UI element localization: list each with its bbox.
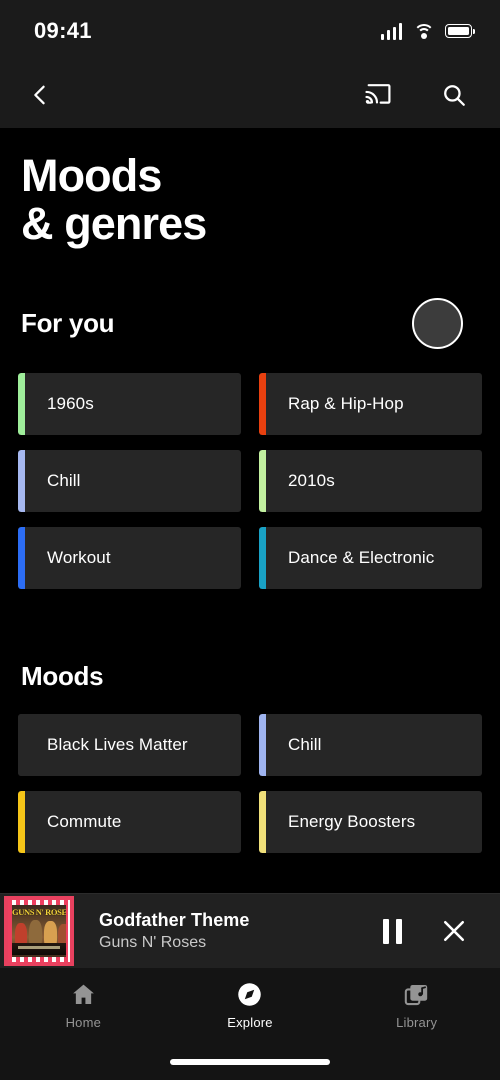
track-title: Godfather Theme xyxy=(99,910,250,930)
chip-label: Rap & Hip-Hop xyxy=(288,394,404,414)
close-player-button[interactable] xyxy=(434,911,474,951)
home-icon xyxy=(72,984,94,1004)
back-chevron-icon xyxy=(34,85,45,105)
cellular-signal-icon xyxy=(380,22,402,40)
chip-label: Dance & Electronic xyxy=(288,548,435,568)
chip-label: Commute xyxy=(47,812,122,832)
mini-player[interactable]: GUNS N' ROSES Godfather Theme Guns N' Ro… xyxy=(0,893,500,968)
for-you-chip[interactable]: 1960s xyxy=(18,373,241,436)
for-you-chip[interactable]: Dance & Electronic xyxy=(259,527,482,590)
for-you-chip[interactable]: 2010s xyxy=(259,450,482,513)
chip-label: 2010s xyxy=(288,471,335,491)
chip-label: Energy Boosters xyxy=(288,812,416,832)
moods-heading: Moods xyxy=(21,661,104,692)
mood-chip[interactable]: Energy Boosters xyxy=(259,791,482,854)
tab-library-label: Library xyxy=(396,1015,438,1030)
page-title-line-1: Moods xyxy=(21,150,162,201)
for-you-chip[interactable]: Workout xyxy=(18,527,241,590)
pause-button[interactable] xyxy=(383,918,402,944)
page-title: Moods & genres xyxy=(18,128,482,248)
compass-icon xyxy=(238,983,262,1006)
app-screen: 09:41 Moods & genres For you 1960s Rap &… xyxy=(0,0,500,1080)
for-you-heading: For you xyxy=(21,308,115,339)
player-controls xyxy=(383,911,500,951)
tab-library[interactable]: Library xyxy=(362,981,472,1030)
chip-accent-bar xyxy=(18,714,25,777)
chip-accent-bar xyxy=(259,450,266,513)
page-title-line-2: & genres xyxy=(21,198,207,250)
for-you-chip[interactable]: Rap & Hip-Hop xyxy=(259,373,482,436)
moods-grid: Black Lives Matter Chill Commute Energy Boo… xyxy=(18,714,482,854)
tab-explore[interactable]: Explore xyxy=(195,981,305,1030)
chip-label: Black Lives Matter xyxy=(47,735,188,755)
top-nav-bar xyxy=(0,62,500,128)
tab-home[interactable]: Home xyxy=(28,981,138,1030)
chip-label: Workout xyxy=(47,548,111,568)
cast-button[interactable] xyxy=(358,75,398,115)
search-button[interactable] xyxy=(434,75,474,115)
home-indicator xyxy=(170,1059,330,1065)
tab-explore-label: Explore xyxy=(227,1015,273,1030)
wifi-icon xyxy=(413,23,434,39)
chip-accent-bar xyxy=(18,373,25,436)
close-icon xyxy=(443,920,465,942)
album-artwork[interactable]: GUNS N' ROSES xyxy=(4,896,74,966)
chip-label: 1960s xyxy=(47,394,94,414)
library-icon xyxy=(404,984,428,1006)
chip-accent-bar xyxy=(259,714,266,777)
mood-chip[interactable]: Black Lives Matter xyxy=(18,714,241,777)
status-bar-clock: 09:41 xyxy=(34,18,92,43)
status-bar-icons xyxy=(380,22,475,40)
tab-home-label: Home xyxy=(65,1015,102,1030)
search-icon xyxy=(444,85,465,106)
album-art-title: GUNS N' ROSES xyxy=(12,907,66,917)
status-bar: 09:41 xyxy=(0,0,500,62)
chip-accent-bar xyxy=(259,791,266,854)
battery-full-icon xyxy=(445,24,475,38)
for-you-header: For you xyxy=(18,298,482,350)
chip-accent-bar xyxy=(18,450,25,513)
chip-accent-bar xyxy=(259,527,266,590)
chip-accent-bar xyxy=(18,527,25,590)
mood-chip[interactable]: Chill xyxy=(259,714,482,777)
now-playing-info[interactable]: Godfather Theme Guns N' Roses xyxy=(74,910,383,952)
account-avatar-icon[interactable] xyxy=(412,298,463,350)
back-button[interactable] xyxy=(20,75,60,115)
cast-icon xyxy=(364,84,390,104)
mood-chip[interactable]: Commute xyxy=(18,791,241,854)
top-nav-actions xyxy=(358,75,474,115)
chip-label: Chill xyxy=(47,471,81,491)
for-you-chip[interactable]: Chill xyxy=(18,450,241,513)
chip-label: Chill xyxy=(288,735,322,755)
chip-accent-bar xyxy=(18,791,25,854)
chip-accent-bar xyxy=(259,373,266,436)
track-artist: Guns N' Roses xyxy=(99,934,207,951)
for-you-grid: 1960s Rap & Hip-Hop Chill 2010s Workout Dance… xyxy=(18,373,482,590)
